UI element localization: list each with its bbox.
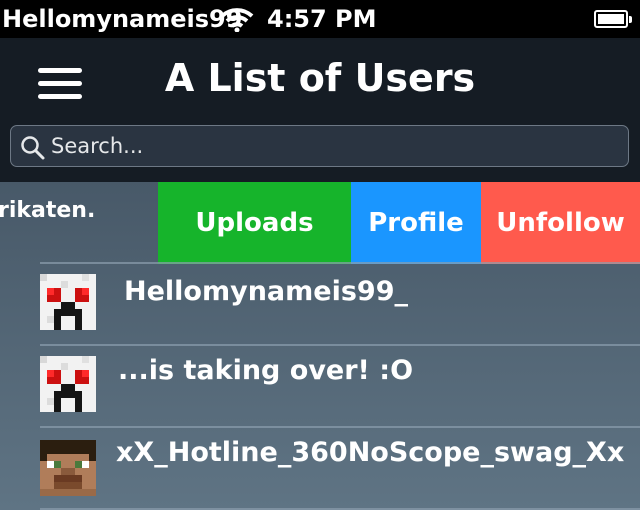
swiped-row-name: rikaten. <box>0 198 96 223</box>
carrier-label: Hellomynameis99 <box>2 5 243 33</box>
uploads-button[interactable]: Uploads <box>158 182 351 264</box>
user-name: xX_Hotline_360NoScope_swag_Xx <box>116 437 625 468</box>
user-row[interactable]: Hellomynameis99_ <box>0 264 640 346</box>
user-name: ...is taking over! :O <box>118 355 414 386</box>
search-input[interactable] <box>51 130 611 162</box>
status-bar: Hellomynameis99 4:57 PM <box>0 0 640 38</box>
navigation-bar: A List of Users <box>0 38 640 182</box>
user-name: Hellomynameis99_ <box>124 276 408 307</box>
battery-icon <box>594 10 632 28</box>
search-bar[interactable] <box>10 125 629 167</box>
wifi-icon <box>220 6 254 38</box>
page-title: A List of Users <box>164 56 476 100</box>
user-row[interactable]: ...is taking over! :O <box>0 346 640 428</box>
creeper-avatar-icon <box>40 356 96 412</box>
clock-label: 4:57 PM <box>267 5 377 33</box>
creeper-avatar-icon <box>40 274 96 330</box>
steve-avatar-icon <box>40 440 96 496</box>
search-icon <box>20 135 46 165</box>
user-row[interactable]: xX_Hotline_360NoScope_swag_Xx <box>0 428 640 510</box>
swiped-user-row[interactable]: rikaten. Uploads Profile Unfollow <box>0 182 640 264</box>
unfollow-button[interactable]: Unfollow <box>481 182 640 264</box>
profile-button[interactable]: Profile <box>351 182 481 264</box>
